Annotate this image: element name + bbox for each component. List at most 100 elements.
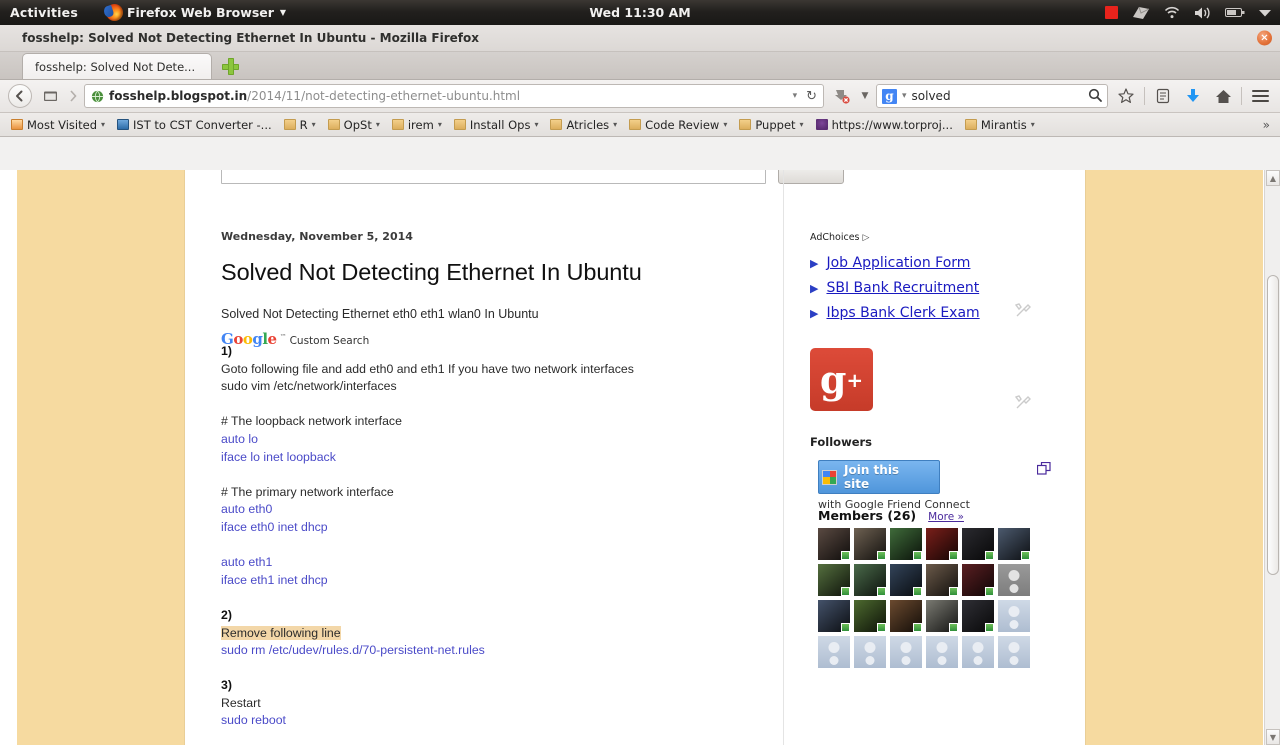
member-avatar[interactable]	[998, 528, 1030, 560]
custom-search-input[interactable]	[221, 170, 766, 184]
bookmark-folder-install-ops[interactable]: Install Ops▾	[449, 116, 544, 134]
firefox-icon	[106, 4, 123, 21]
chevron-down-icon: ▾	[534, 120, 538, 129]
member-avatar[interactable]	[890, 564, 922, 596]
record-icon[interactable]	[1105, 6, 1118, 19]
bookmark-folder-irem[interactable]: irem ▾	[387, 116, 447, 134]
member-avatar[interactable]	[818, 636, 850, 668]
bookmark-label: Puppet	[755, 118, 795, 132]
reading-list-icon[interactable]	[1151, 84, 1175, 108]
new-tab-button[interactable]	[222, 58, 239, 75]
download-indicator-icon[interactable]	[830, 84, 854, 108]
member-avatar[interactable]	[926, 528, 958, 560]
custom-search-button[interactable]	[778, 170, 844, 184]
avatar-online-badge	[1021, 551, 1030, 560]
popout-icon[interactable]	[1037, 462, 1051, 479]
ad-link-sbi-bank-recruitment[interactable]: ▶SBI Bank Recruitment	[810, 280, 1040, 296]
search-engine-dropdown-icon[interactable]: ▾	[902, 91, 907, 101]
bookmark-label: irem	[408, 118, 434, 132]
bookmark-item-most-visited[interactable]: Most Visited▾	[6, 116, 110, 134]
search-input[interactable]: solved	[912, 89, 1083, 103]
system-menu-icon[interactable]	[1259, 9, 1271, 17]
member-avatar[interactable]	[998, 636, 1030, 668]
close-window-button[interactable]: ×	[1257, 31, 1272, 46]
member-avatar[interactable]	[854, 528, 886, 560]
member-avatar[interactable]	[854, 600, 886, 632]
page-scrollbar[interactable]: ▲ ▼	[1264, 170, 1280, 745]
member-avatar[interactable]	[962, 564, 994, 596]
member-avatar[interactable]	[926, 600, 958, 632]
member-avatar[interactable]	[854, 636, 886, 668]
member-avatar[interactable]	[818, 600, 850, 632]
url-path: /2014/11/not-detecting-ethernet-ubuntu.h…	[247, 89, 520, 103]
folder-icon	[392, 119, 404, 130]
member-avatar[interactable]	[818, 528, 850, 560]
menu-icon[interactable]	[1248, 84, 1272, 108]
download-dropdown-icon[interactable]: ▼	[860, 84, 870, 108]
bookmark-star-icon[interactable]	[1114, 84, 1138, 108]
google-search-engine-icon[interactable]: g	[882, 89, 897, 104]
bookmark-folder-code-review[interactable]: Code Review▾	[624, 116, 732, 134]
back-button[interactable]	[8, 84, 32, 108]
toolbar-divider-2	[1241, 87, 1242, 105]
member-avatar[interactable]	[890, 636, 922, 668]
url-text: fosshelp.blogspot.in/2014/11/not-detecti…	[109, 89, 788, 103]
adchoices-label[interactable]: AdChoices ▷	[810, 232, 869, 243]
triangle-bullet-icon: ▶	[810, 257, 818, 270]
bookmarks-overflow-button[interactable]: »	[1263, 118, 1274, 132]
folder-icon	[284, 119, 296, 130]
bookmark-folder-r[interactable]: R▾	[279, 116, 321, 134]
member-avatar[interactable]	[962, 600, 994, 632]
home-icon[interactable]	[1211, 84, 1235, 108]
member-avatar[interactable]	[926, 636, 958, 668]
member-avatar[interactable]	[818, 564, 850, 596]
ad-link-ibps-bank-clerk-exam[interactable]: ▶Ibps Bank Clerk Exam	[810, 305, 1040, 321]
bookmark-item-ist-to-cst[interactable]: IST to CST Converter -...	[112, 116, 277, 134]
edit-widget-icon-gplus[interactable]	[1015, 395, 1031, 411]
avatar-online-badge	[949, 587, 958, 596]
scroll-down-button[interactable]: ▼	[1266, 729, 1280, 745]
edit-widget-icon-ads[interactable]	[1015, 303, 1031, 319]
app-menu-firefox[interactable]: Firefox Web Browser ▼	[106, 4, 286, 21]
bookmark-folder-puppet[interactable]: Puppet▾	[734, 116, 808, 134]
member-avatar[interactable]	[962, 528, 994, 560]
system-indicators	[1105, 6, 1280, 20]
folder-icon	[550, 119, 562, 130]
member-avatar[interactable]	[998, 564, 1030, 596]
ad-link-job-application-form[interactable]: ▶ Job Application Form	[810, 255, 1040, 271]
volume-icon[interactable]	[1194, 6, 1211, 20]
battery-icon[interactable]	[1225, 7, 1245, 18]
avatar-online-badge	[913, 551, 922, 560]
ad-link-label[interactable]: Ibps Bank Clerk Exam	[826, 305, 979, 321]
reload-icon[interactable]: ↻	[806, 89, 817, 104]
magnifier-icon[interactable]	[1088, 88, 1102, 105]
google-plus-badge[interactable]: g+	[810, 348, 873, 411]
bookmark-item-torproject[interactable]: https://www.torproj...	[811, 116, 958, 134]
bookmark-folder-atricles[interactable]: Atricles▾	[545, 116, 622, 134]
scrollbar-thumb[interactable]	[1267, 275, 1279, 575]
url-dropdown-icon[interactable]: ▾	[793, 91, 798, 101]
url-bar[interactable]: fosshelp.blogspot.in/2014/11/not-detecti…	[84, 84, 824, 108]
browser-tab[interactable]: fosshelp: Solved Not Dete...	[22, 53, 212, 79]
messages-icon[interactable]	[1132, 6, 1150, 20]
activities-button[interactable]: Activities	[10, 5, 78, 20]
join-this-site-button[interactable]: Join this site	[818, 460, 940, 494]
scroll-up-button[interactable]: ▲	[1266, 170, 1280, 186]
member-avatar[interactable]	[890, 600, 922, 632]
gplus-plus: +	[846, 370, 863, 390]
member-avatar[interactable]	[890, 528, 922, 560]
members-more-link[interactable]: More »	[928, 511, 964, 523]
member-avatar[interactable]	[854, 564, 886, 596]
wifi-icon[interactable]	[1164, 6, 1180, 19]
chevron-down-icon: ▾	[438, 120, 442, 129]
site-identity-button[interactable]	[38, 84, 62, 108]
ad-link-label[interactable]: SBI Bank Recruitment	[826, 280, 979, 296]
search-bar[interactable]: g ▾ solved	[876, 84, 1108, 108]
ad-link-label[interactable]: Job Application Form	[826, 255, 970, 271]
bookmark-folder-opst[interactable]: OpSt▾	[323, 116, 385, 134]
member-avatar[interactable]	[926, 564, 958, 596]
member-avatar[interactable]	[998, 600, 1030, 632]
member-avatar[interactable]	[962, 636, 994, 668]
bookmark-folder-mirantis[interactable]: Mirantis▾	[960, 116, 1040, 134]
downloads-icon[interactable]	[1181, 84, 1205, 108]
